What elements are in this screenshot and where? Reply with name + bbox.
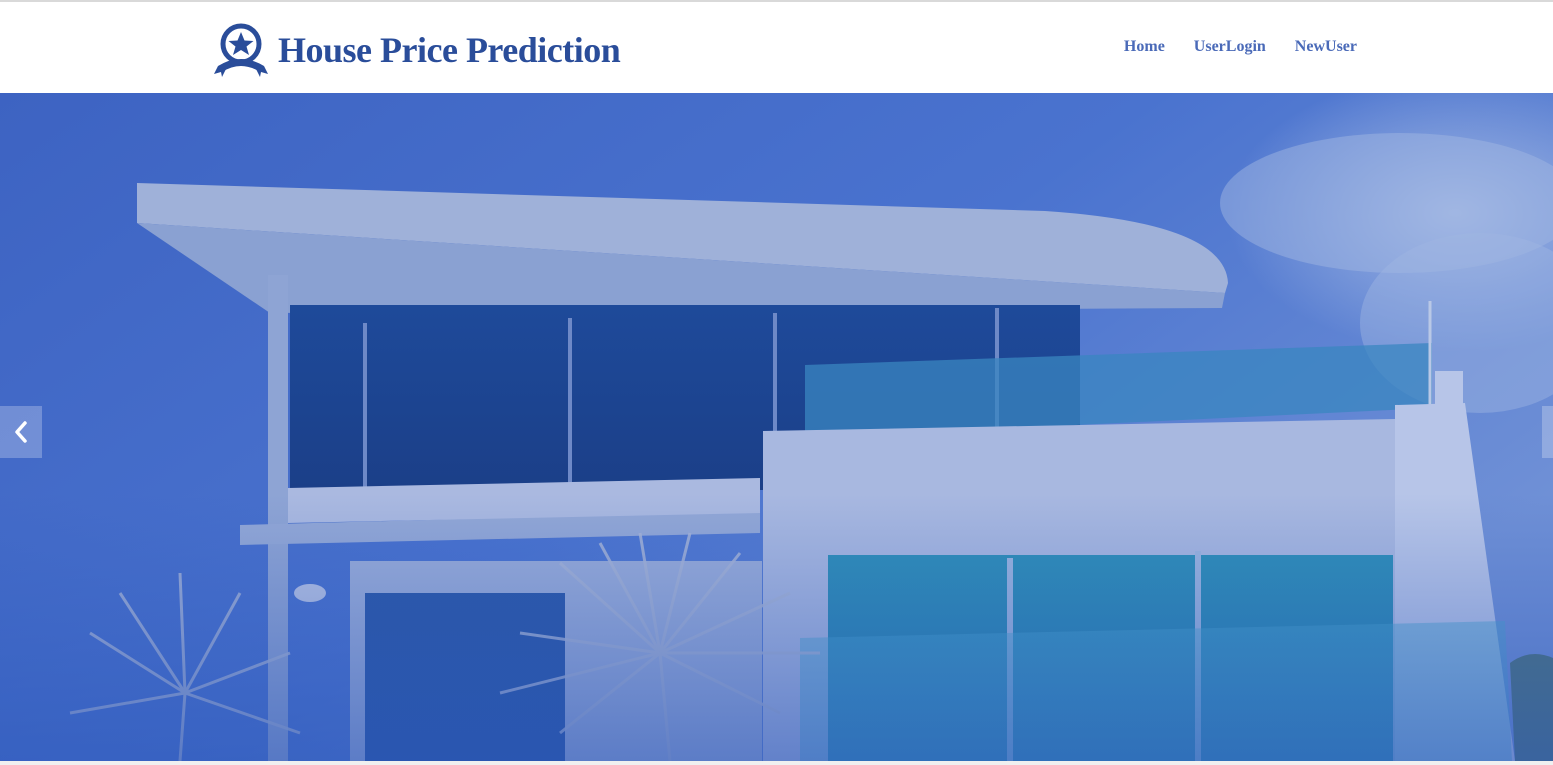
bottom-border bbox=[0, 761, 1553, 765]
chevron-left-icon bbox=[15, 421, 27, 443]
main-nav: Home UserLogin NewUser bbox=[1124, 38, 1357, 56]
hero-carousel bbox=[0, 93, 1553, 761]
star-badge-icon bbox=[214, 23, 268, 77]
carousel-prev-button[interactable] bbox=[0, 406, 42, 458]
carousel-next-button[interactable] bbox=[1542, 406, 1553, 458]
nav-userlogin-link[interactable]: UserLogin bbox=[1194, 38, 1266, 56]
brand-link[interactable]: House Price Prediction bbox=[212, 22, 621, 78]
nav-newuser-link[interactable]: NewUser bbox=[1295, 38, 1357, 56]
nav-home-link[interactable]: Home bbox=[1124, 38, 1165, 56]
navbar: House Price Prediction Home UserLogin Ne… bbox=[0, 2, 1553, 93]
hero-image bbox=[0, 93, 1553, 761]
brand-title: House Price Prediction bbox=[278, 30, 621, 70]
